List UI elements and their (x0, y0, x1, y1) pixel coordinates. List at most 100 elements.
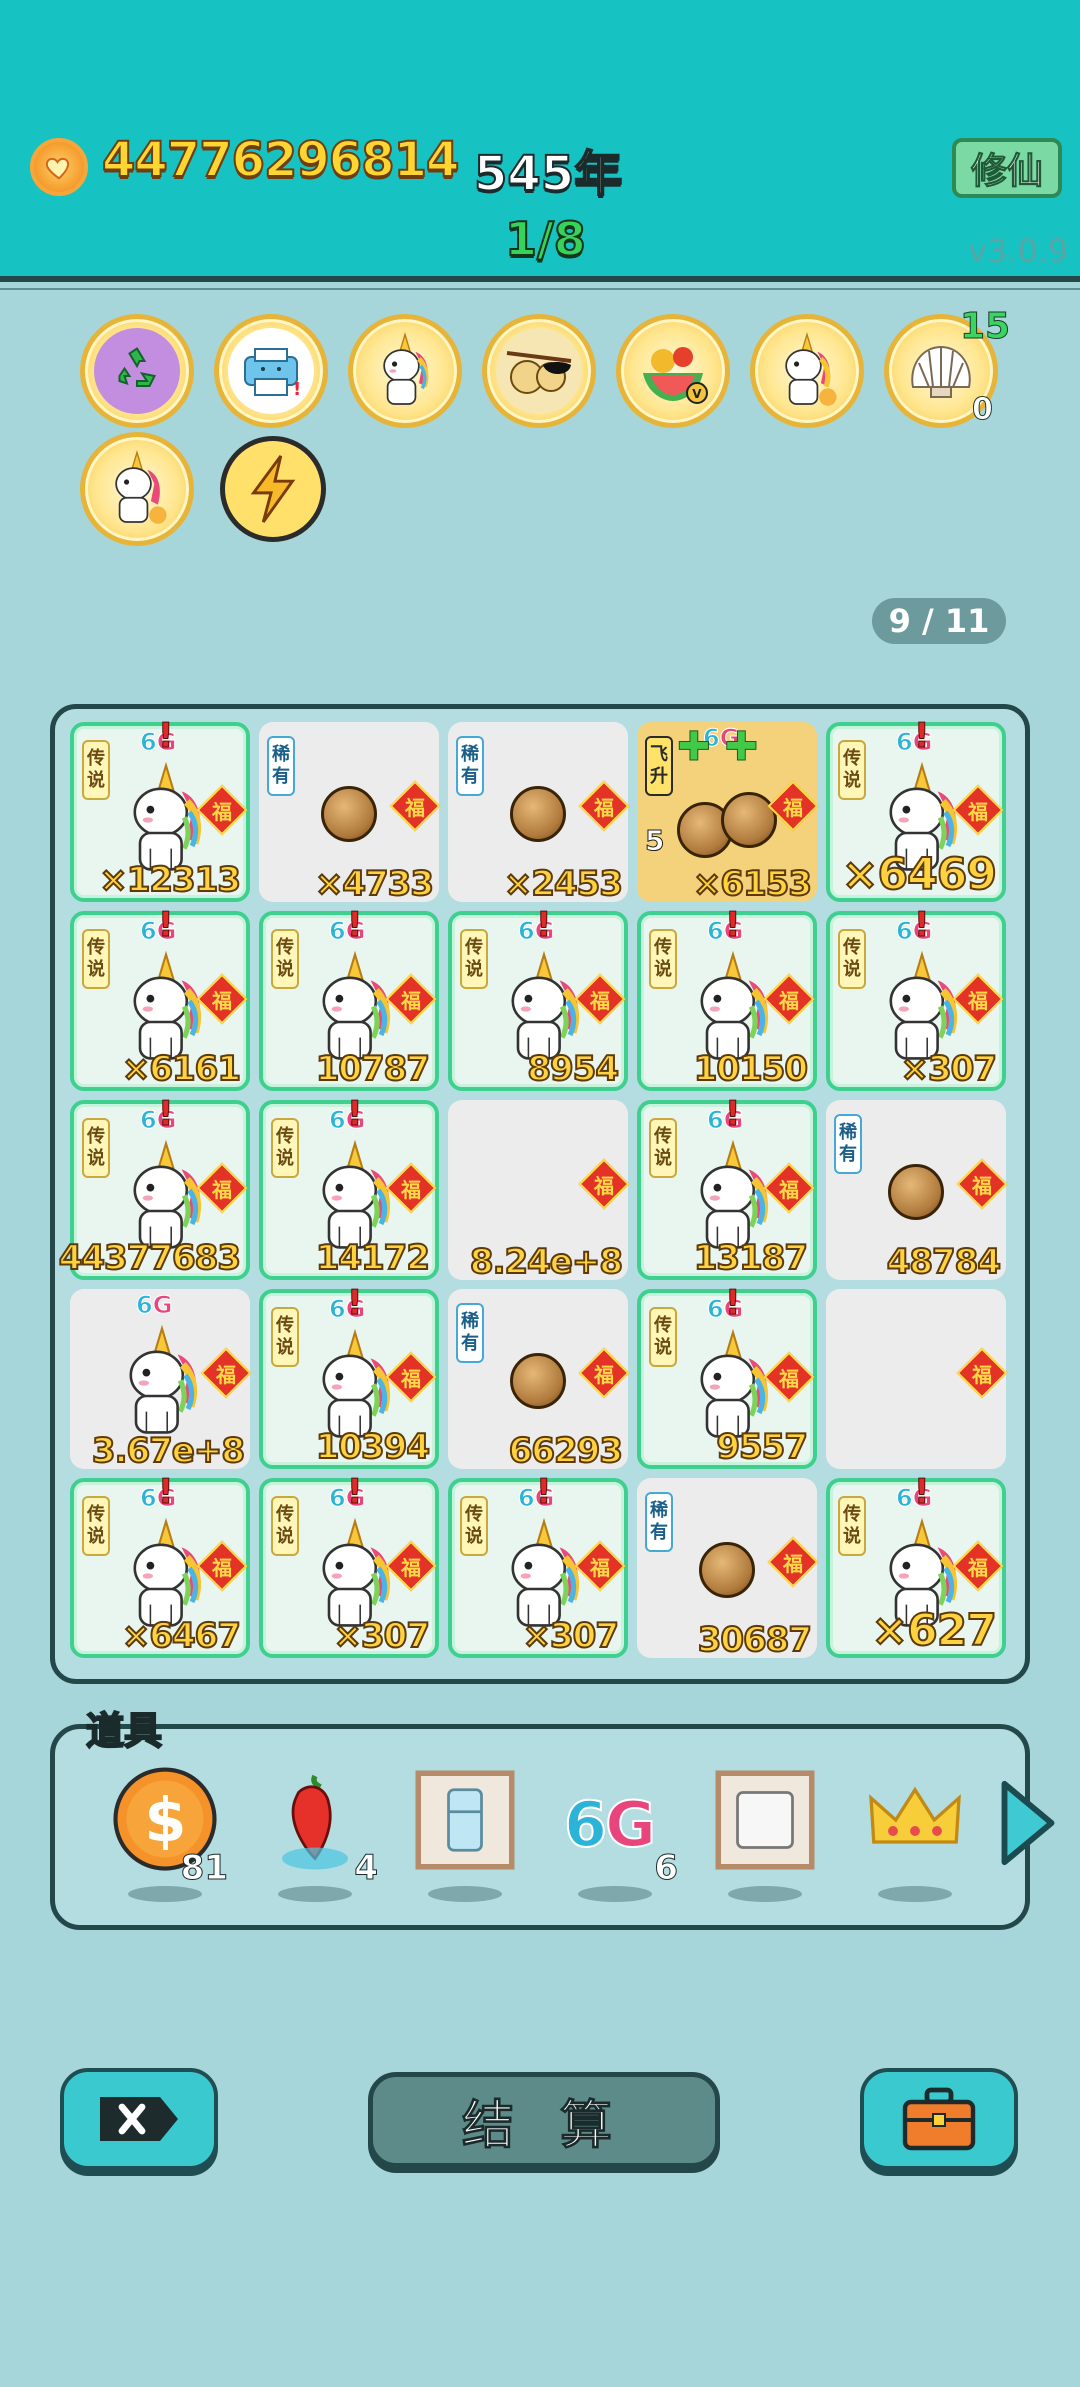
item-count: 10150 (693, 1048, 809, 1090)
coin-balance: 44776296814 (101, 131, 460, 189)
rarity-tag: 传说 (649, 1307, 677, 1367)
rarity-tag: 传说 (271, 929, 299, 989)
item-count: 66293 (508, 1430, 624, 1472)
board-cell[interactable]: 6G! 传说福 ×307 (448, 1472, 628, 1658)
alert-mark-icon: ! (158, 1472, 174, 1513)
item-count: 8.24e+8 (469, 1241, 624, 1283)
board-cell[interactable]: 稀有福 66293 (448, 1289, 630, 1472)
buff-unicorn[interactable] (348, 314, 462, 428)
buff-unicorn-heart[interactable] (750, 314, 864, 428)
nut-icon (510, 1353, 566, 1409)
buff-sunglasses[interactable] (482, 314, 596, 428)
nut-icon (721, 792, 777, 848)
board-cell[interactable]: 6G! 传说福 13187 (637, 1094, 817, 1280)
board-cell[interactable]: 6G! 传说福 ×6161 (70, 905, 250, 1091)
tool-keyboard[interactable] (710, 1764, 820, 1902)
item-count: ×6467 (121, 1615, 242, 1657)
rarity-tag: 传说 (838, 929, 866, 989)
tool-dollar[interactable]: $ 81 (110, 1764, 229, 1902)
version-label: v3.0.9 (968, 232, 1069, 270)
item-level: 5 (644, 824, 665, 858)
sparkle-icon: ✚ ✚ (677, 724, 759, 771)
bag-button[interactable] (860, 2068, 1018, 2170)
cultivate-button[interactable]: 修仙 (952, 138, 1062, 198)
next-tools-arrow-icon[interactable] (996, 1776, 1060, 1870)
board-cell[interactable]: 6G! 传说福 10787 (259, 905, 439, 1091)
header-divider (0, 276, 1080, 282)
fortune-badge-icon: 福 (389, 780, 441, 832)
tool-fridge[interactable] (410, 1764, 520, 1902)
board-cell[interactable]: 稀有福 30687 (637, 1478, 819, 1661)
alert-mark-icon: ! (914, 905, 930, 946)
header-divider-thin (0, 288, 1080, 290)
board-cell[interactable]: 6G! 传说福 44377683 (58, 1094, 250, 1280)
board-cell[interactable]: 稀有福 ×2453 (448, 722, 630, 905)
nut-icon (510, 786, 566, 842)
fortune-badge-icon: 福 (578, 780, 630, 832)
recycle-icon (94, 328, 180, 414)
briefcase-icon (902, 2087, 976, 2151)
item-count: 3.67e+8 (91, 1430, 246, 1472)
board-cell[interactable]: 福 8.24e+8 (448, 1100, 630, 1283)
sunglasses-fruit-icon (496, 328, 582, 414)
buff-unicorn-2[interactable] (80, 432, 194, 546)
alert-mark-icon: ! (158, 1094, 174, 1135)
alert-mark-icon: ! (914, 716, 930, 757)
item-count: 8954 (526, 1048, 620, 1090)
settle-button[interactable]: 结 算 (368, 2072, 720, 2168)
tool-chili[interactable]: 4 (260, 1764, 378, 1902)
crown-icon (869, 1786, 961, 1844)
rarity-tag: 稀有 (456, 736, 484, 796)
fortune-badge-icon: 福 (578, 1347, 630, 1399)
item-count: ×6153 (692, 863, 813, 905)
board-cell[interactable]: 6G 福 3.67e+8 (70, 1289, 252, 1472)
board-cell[interactable]: 稀有福 ×4733 (259, 722, 441, 905)
board-cell[interactable]: 6G! 传说福 ×627 (826, 1472, 1006, 1658)
lightning-buff[interactable] (220, 436, 326, 542)
board-cell[interactable]: 6G! 传说福 ×307 (826, 905, 1006, 1091)
alert-mark-icon: ! (725, 1283, 741, 1324)
rarity-tag: 传说 (838, 740, 866, 800)
lightning-icon (250, 455, 296, 523)
item-count: ×12313 (98, 859, 242, 901)
alert-mark-icon: ! (158, 905, 174, 946)
board-cell[interactable]: 6G! 传说福 10150 (637, 905, 817, 1091)
item-count: 48784 (886, 1241, 1002, 1283)
board-cell[interactable]: 6G! 传说福 ×307 (259, 1472, 439, 1658)
board-cell[interactable]: 福 (826, 1289, 1008, 1469)
rarity-tag: 传说 (649, 929, 677, 989)
6g-icon: 6G (563, 1787, 657, 1862)
board-cell[interactable]: 稀有福 48784 (826, 1100, 1008, 1283)
board-cell[interactable]: 6G! 传说福 ×6467 (70, 1472, 250, 1658)
rarity-tag: 传说 (271, 1496, 299, 1556)
unicorn-icon (362, 328, 448, 414)
tools-title: 道具 (85, 1708, 163, 1754)
rarity-tag: 传说 (82, 1118, 110, 1178)
board-cell[interactable]: 6G ✚ ✚ 5 飞升福 ×6153 (637, 722, 819, 905)
board-cell[interactable]: 6G! 传说福 ×6469 (826, 716, 1006, 902)
item-count: 30687 (697, 1619, 813, 1661)
board-cell[interactable]: 6G! 传说福 ×12313 (70, 716, 250, 902)
buff-fruit[interactable]: V (616, 314, 730, 428)
tool-quantity: 6 (654, 1848, 679, 1889)
item-count: ×307 (900, 1048, 998, 1090)
board-cell[interactable]: 6G! 传说福 14172 (259, 1094, 439, 1280)
unicorn-icon (110, 1323, 214, 1443)
tool-crown[interactable] (860, 1764, 970, 1902)
svg-text:$: $ (144, 1786, 186, 1856)
page-indicator: 9 / 11 (872, 598, 1006, 644)
cancel-button[interactable] (60, 2068, 218, 2170)
buff-printer[interactable]: ! (214, 314, 328, 428)
tool-shadow (428, 1886, 502, 1902)
board-cell[interactable]: 6G! 传说福 8954 (448, 905, 628, 1091)
fortune-badge-icon: 福 (578, 1158, 630, 1210)
rarity-tag: 传说 (649, 1118, 677, 1178)
buff-recycle[interactable] (80, 314, 194, 428)
tool-6g[interactable]: 6G 6 (560, 1764, 678, 1902)
coin-icon (30, 138, 88, 196)
rarity-tag: 传说 (271, 1118, 299, 1178)
item-count: 14172 (315, 1237, 431, 1279)
board-cell[interactable]: 6G! 传说福 10394 (259, 1283, 439, 1469)
fruit-bowl-icon: V (630, 328, 716, 414)
board-cell[interactable]: 6G! 传说福 9557 (637, 1283, 817, 1469)
